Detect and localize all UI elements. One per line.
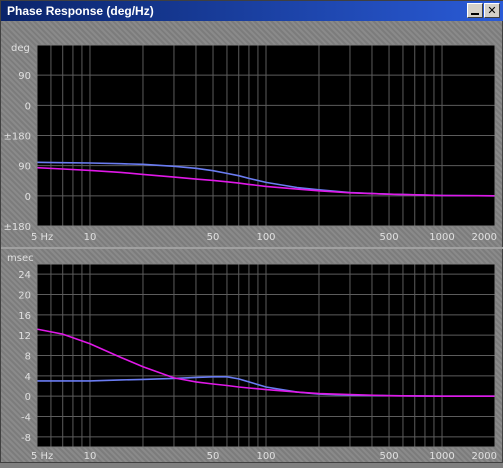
close-button[interactable]: ✕: [484, 3, 500, 18]
y-tick-label: 16: [18, 311, 31, 322]
title-bar[interactable]: Phase Response (deg/Hz) ✕: [1, 1, 503, 21]
group-delay-chart: 24 20 16 12 8 4 0 -4 -8 msec 5 Hz 10 50 100 500 1000 200…: [1, 249, 503, 464]
y-tick-label: 0: [25, 192, 31, 203]
y-axis-label: deg: [11, 43, 30, 54]
phase-chart-panel: 90 0 ±180 90 0 ±180 deg 5 Hz 10 50 100 500 1000 2000: [1, 21, 503, 248]
y-tick-label: -8: [21, 433, 31, 444]
x-tick-label: 2000: [472, 232, 497, 243]
x-tick-label: 50: [207, 232, 220, 243]
phase-chart: 90 0 ±180 90 0 ±180 deg 5 Hz 10 50 100 500 1000 2000: [1, 21, 503, 248]
y-tick-label: -4: [21, 413, 31, 424]
window-title: Phase Response (deg/Hz): [7, 4, 154, 18]
phase-response-window: Phase Response (deg/Hz) ✕ 90 0 ±180 90 0 ±180…: [0, 0, 503, 463]
y-tick-label: 8: [25, 352, 31, 363]
minimize-icon: [471, 13, 479, 15]
group-delay-chart-panel: 24 20 16 12 8 4 0 -4 -8 msec 5 Hz 10 50 100 500 1000 200…: [1, 249, 503, 464]
x-tick-label: 10: [84, 232, 97, 243]
x-tick-label: 5 Hz: [31, 232, 53, 243]
y-tick-label: 12: [18, 331, 31, 342]
y-tick-label: 0: [25, 101, 31, 112]
minimize-button[interactable]: [467, 3, 483, 18]
x-tick-label: 1000: [429, 232, 454, 243]
y-tick-label: 4: [25, 372, 31, 383]
x-tick-label: 10: [84, 451, 97, 462]
x-tick-label: 100: [256, 451, 275, 462]
x-tick-label: 1000: [429, 451, 454, 462]
y-tick-label: 20: [18, 291, 31, 302]
x-tick-label: 50: [207, 451, 220, 462]
y-tick-label: ±180: [4, 222, 31, 233]
y-axis-label: msec: [7, 253, 34, 264]
x-tick-label: 100: [256, 232, 275, 243]
x-tick-label: 500: [379, 232, 398, 243]
x-tick-label: 5 Hz: [31, 451, 53, 462]
y-tick-label: 24: [18, 270, 31, 281]
x-tick-label: 500: [379, 451, 398, 462]
y-tick-label: 0: [25, 392, 31, 403]
y-tick-label: 90: [18, 162, 31, 173]
close-icon: ✕: [487, 4, 496, 17]
y-tick-label: 90: [18, 71, 31, 82]
x-tick-label: 2000: [472, 451, 497, 462]
y-tick-label: ±180: [4, 132, 31, 143]
